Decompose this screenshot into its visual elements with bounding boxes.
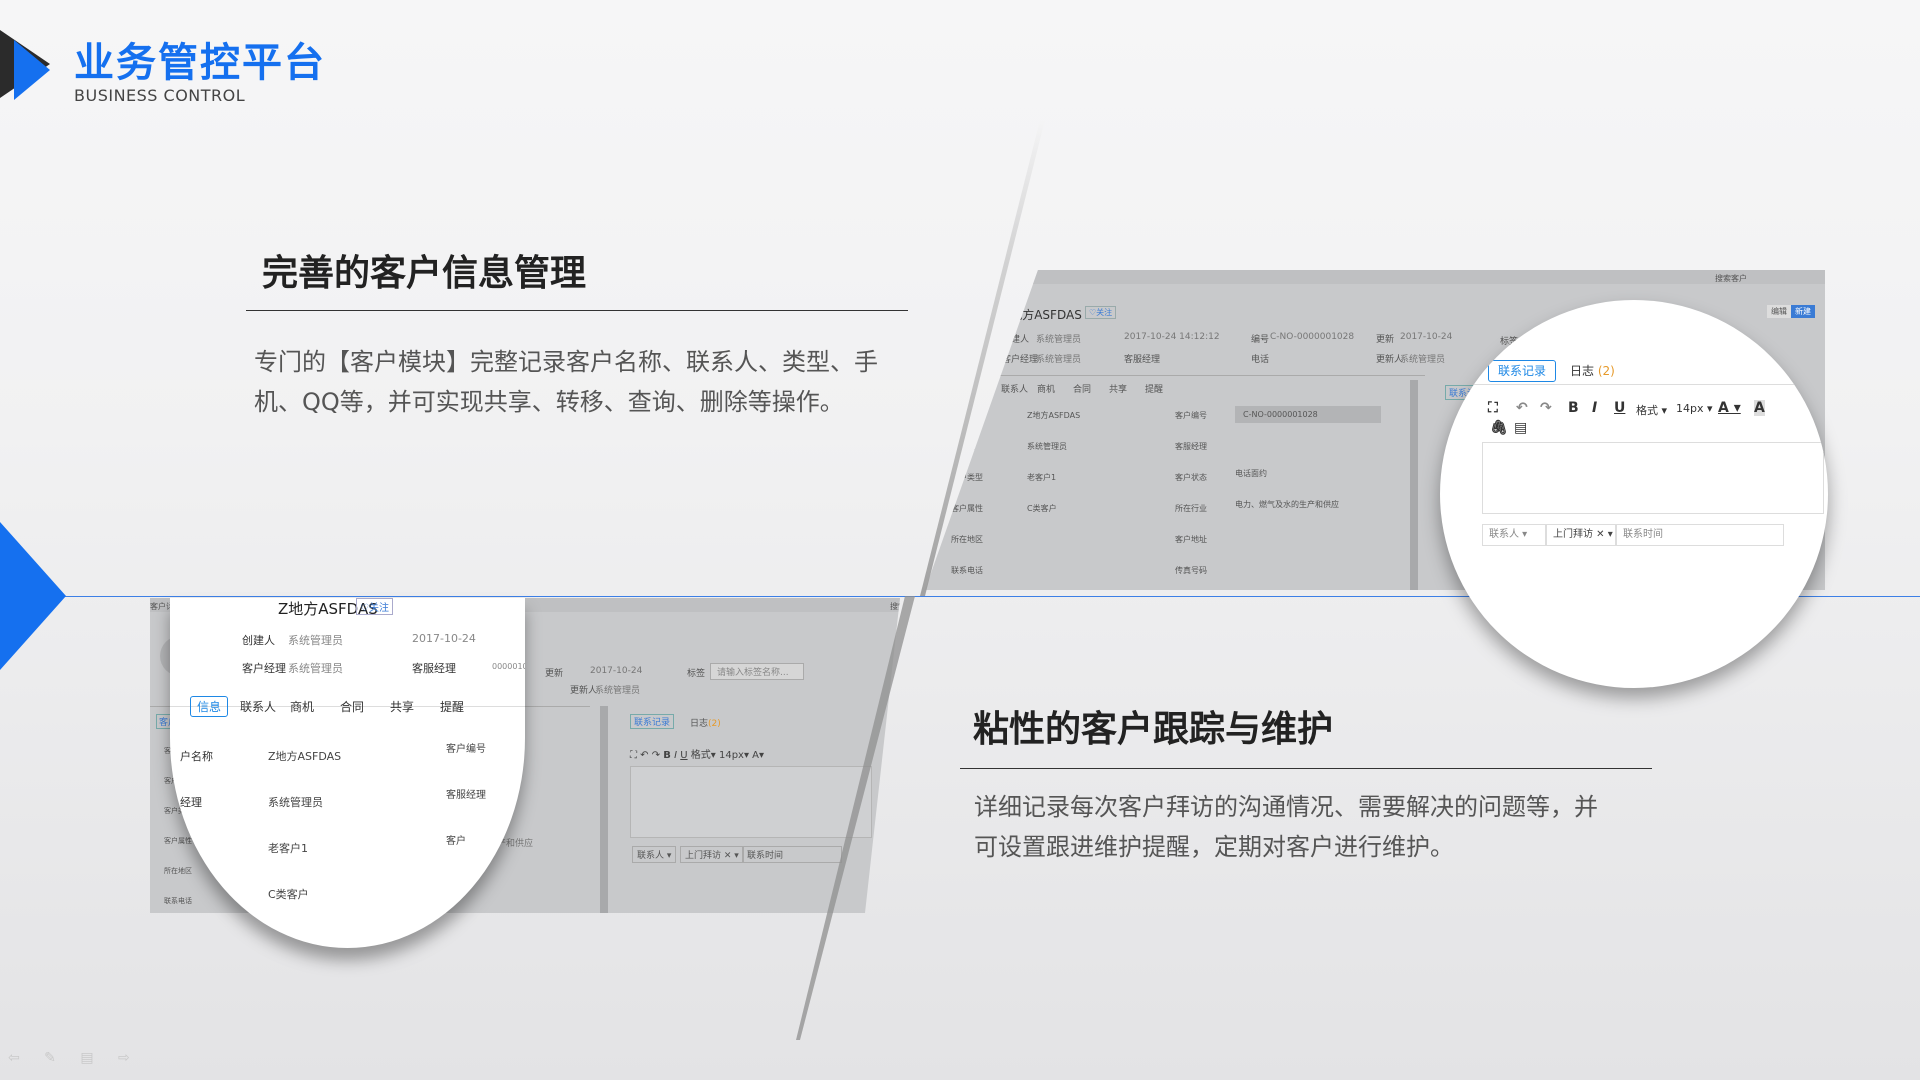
follow-button[interactable]: ♡关注 xyxy=(356,598,393,615)
field-value: 系统管理员 xyxy=(1027,442,1067,451)
section2-body-1: 详细记录每次客户拜访的沟通情况、需要解决的问题等，并 xyxy=(974,793,1598,821)
field-label: 所在地区 xyxy=(951,535,983,544)
field-label: 所在行业 xyxy=(1175,504,1207,513)
field-label: 客户状态 xyxy=(1175,473,1207,482)
field-label: 经理 xyxy=(180,796,202,809)
slide-controls[interactable]: ⇦ ✎ ▤ ⇨ xyxy=(8,1050,140,1066)
font-size-dropdown[interactable]: 14px ▾ xyxy=(1676,402,1713,415)
field-label: 客服经理 xyxy=(1175,442,1207,451)
field-label: 客户 xyxy=(446,836,466,847)
brand-subtitle: BUSINESS CONTROL xyxy=(74,86,246,105)
field-value: 系统管理员 xyxy=(268,796,323,809)
tab-0[interactable]: 信息 xyxy=(190,696,229,717)
contact-time-input[interactable]: 联系时间 xyxy=(1616,524,1784,546)
section2-heading: 粘性的客户跟踪与维护 xyxy=(973,709,1334,750)
field-label: 客户编号 xyxy=(446,744,486,755)
bold-icon[interactable]: B xyxy=(1568,400,1579,416)
section1-heading: 完善的客户信息管理 xyxy=(262,253,587,294)
logo-blue-arrow xyxy=(14,40,50,100)
field-value: 老客户1 xyxy=(1027,473,1057,482)
field-label: 名称 xyxy=(951,411,967,420)
underline-icon[interactable]: U xyxy=(1614,400,1625,416)
section1-rule xyxy=(246,310,908,311)
field-value: 老客户1 xyxy=(268,842,308,855)
field-value: C类客户 xyxy=(268,888,309,901)
field-label: 型 xyxy=(180,842,191,855)
undo-icon[interactable]: ↶ xyxy=(1516,400,1528,416)
tab-0[interactable]: 息 xyxy=(965,382,974,395)
italic-icon[interactable]: I xyxy=(1592,400,1597,416)
tab-4[interactable]: 共享 xyxy=(390,696,414,717)
tab-4[interactable]: 共享 xyxy=(1109,382,1127,395)
brand-title: 业务管控平台 xyxy=(74,40,326,86)
visit-type-select[interactable]: 上门拜访 ✕ ▾ xyxy=(1546,524,1616,546)
field-label: 所在地区 xyxy=(164,867,192,875)
field-label: 户经理 xyxy=(951,442,975,451)
tab-5[interactable]: 提醒 xyxy=(440,696,464,717)
left-arrow-decoration xyxy=(0,522,66,670)
tab-5[interactable]: 提醒 xyxy=(1145,382,1163,395)
fullscreen-icon[interactable]: ⛶ xyxy=(1488,400,1498,416)
field-value: 电话面约 xyxy=(1235,469,1267,478)
tab-2[interactable]: 商机 xyxy=(1037,382,1055,395)
field-label: 户名称 xyxy=(180,750,213,763)
tab-1[interactable]: 联系人 xyxy=(240,696,276,717)
field-label: 客户类型 xyxy=(951,473,983,482)
magnifier-right: 联系记录 日志 (2) ⛶ ↶ ↷ B I U 格式 ▾ 14px ▾ A ▾ … xyxy=(1440,300,1828,688)
field-label: 客户地址 xyxy=(1175,535,1207,544)
tab-3[interactable]: 合同 xyxy=(340,696,364,717)
section2-body-2: 可设置跟进维护提醒，定期对客户进行维护。 xyxy=(974,833,1454,861)
tab-1[interactable]: 联系人 xyxy=(1001,382,1028,395)
editor-area[interactable] xyxy=(1482,442,1824,514)
field-value: C类客户 xyxy=(1027,504,1057,513)
tab-2[interactable]: 商机 xyxy=(290,696,314,717)
field-value: Z地方ASFDAS xyxy=(268,750,342,763)
section2-rule xyxy=(960,768,1652,769)
tab-log[interactable]: 日志 (2) xyxy=(1570,362,1615,379)
field-label: 客户编号 xyxy=(1175,411,1207,420)
contact-select[interactable]: 联系人 ▾ xyxy=(1482,524,1546,546)
redo-icon[interactable]: ↷ xyxy=(1540,400,1552,416)
font-color-icon[interactable]: A ▾ xyxy=(1718,400,1741,416)
field-value: 电力、燃气及水的生产和供应 xyxy=(1235,500,1339,509)
field-value: Z地方ASFDAS xyxy=(1027,411,1081,420)
table-icon[interactable]: ▤ xyxy=(1514,420,1527,436)
field-label: 客服经理 xyxy=(446,790,486,801)
section1-body-1: 专门的【客户模块】完整记录客户名称、联系人、类型、手 xyxy=(254,348,878,376)
attachment-icon[interactable]: 🖇 xyxy=(1490,420,1508,436)
field-label: 客户属性 xyxy=(951,504,983,513)
section1-body-2: 机、QQ等，并可实现共享、转移、查询、删除等操作。 xyxy=(254,388,844,416)
field-label: 联系电话 xyxy=(951,566,983,575)
highlight-icon[interactable]: A xyxy=(1754,400,1765,416)
format-dropdown[interactable]: 格式 ▾ xyxy=(1636,402,1667,418)
field-label: 联系电话 xyxy=(164,897,192,905)
tab-contact-record[interactable]: 联系记录 xyxy=(1488,360,1556,382)
field-value: C-NO-0000001028 xyxy=(1235,406,1381,423)
field-label: 传真号码 xyxy=(1175,566,1207,575)
tab-3[interactable]: 合同 xyxy=(1073,382,1091,395)
